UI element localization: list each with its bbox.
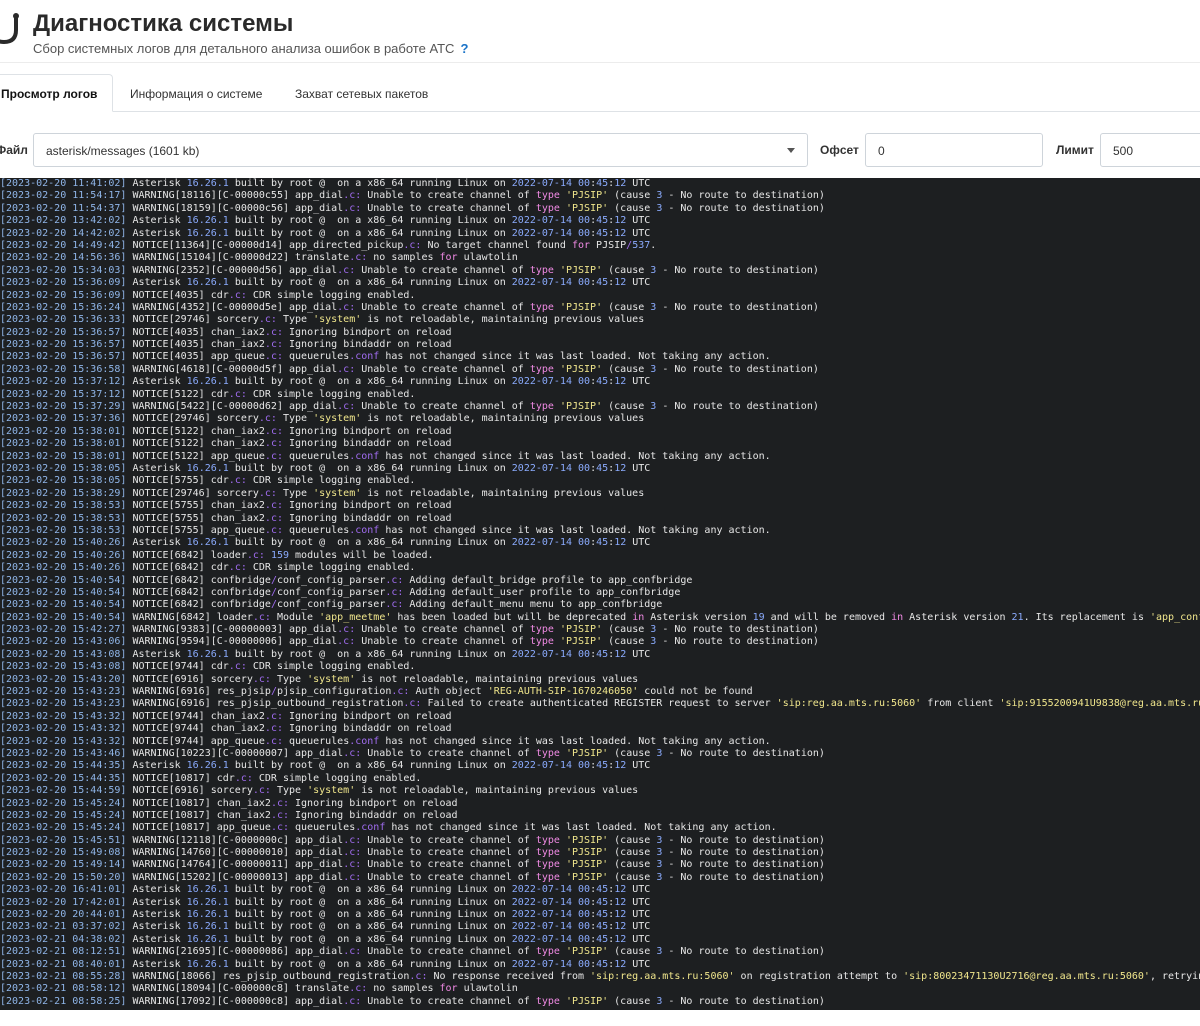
log-line: [2023-02-20 15:45:24] NOTICE[10817] chan…: [0, 809, 458, 821]
log-line: [2023-02-21 08:58:25] WARNING[17092][C-0…: [0, 995, 825, 1007]
file-label: Файл: [0, 143, 28, 157]
tab-label: Просмотр логов: [1, 87, 98, 101]
log-line: [2023-02-20 15:36:57] NOTICE[4035] app_q…: [0, 351, 771, 363]
log-line: [2023-02-20 15:38:53] NOTICE[5755] chan_…: [0, 500, 452, 512]
log-line: [2023-02-21 08:40:01] Asterisk 16.26.1 b…: [0, 958, 651, 970]
limit-label: Лимит: [1056, 143, 1094, 157]
log-line: [2023-02-20 15:43:32] NOTICE[9744] chan_…: [0, 710, 452, 722]
log-line: [2023-02-20 15:37:12] NOTICE[5122] cdr.c…: [0, 388, 416, 400]
log-line: [2023-02-20 15:45:24] NOTICE[10817] app_…: [0, 822, 777, 834]
log-line: [2023-02-20 14:49:42] NOTICE[11364][C-00…: [0, 239, 657, 251]
log-line: [2023-02-20 14:56:36] WARNING[15104][C-0…: [0, 252, 518, 264]
log-line: [2023-02-20 15:36:24] WARNING[4352][C-00…: [0, 301, 819, 313]
log-line: [2023-02-20 15:50:20] WARNING[15202][C-0…: [0, 871, 825, 883]
log-line: [2023-02-20 15:36:57] NOTICE[4035] chan_…: [0, 339, 452, 351]
log-line: [2023-02-20 15:40:54] NOTICE[6842] confb…: [0, 574, 693, 586]
log-line: [2023-02-20 15:38:29] NOTICE[29746] sorc…: [0, 487, 645, 499]
log-line: [2023-02-20 15:45:24] NOTICE[10817] chan…: [0, 797, 458, 809]
log-line: [2023-02-21 03:37:02] Asterisk 16.26.1 b…: [0, 921, 651, 933]
log-line: [2023-02-20 17:42:01] Asterisk 16.26.1 b…: [0, 896, 651, 908]
subtitle-text: Сбор системных логов для детального анал…: [33, 41, 455, 56]
log-line: [2023-02-20 15:49:14] WARNING[14764][C-0…: [0, 859, 825, 871]
log-line: [2023-02-20 11:41:02] Asterisk 16.26.1 b…: [0, 178, 651, 189]
log-line: [2023-02-20 15:38:53] NOTICE[5755] chan_…: [0, 512, 452, 524]
stethoscope-icon: [0, 13, 19, 45]
log-line: [2023-02-20 11:54:17] WARNING[18116][C-0…: [0, 190, 825, 202]
log-line: [2023-02-20 15:38:01] NOTICE[5122] chan_…: [0, 425, 452, 437]
page-subtitle: Сбор системных логов для детального анал…: [33, 41, 468, 56]
log-line: [2023-02-20 15:37:29] WARNING[5422][C-00…: [0, 401, 819, 413]
log-line: [2023-02-20 15:36:09] NOTICE[4035] cdr.c…: [0, 289, 416, 301]
tab-system-info[interactable]: Информация о системе: [130, 75, 280, 111]
log-line: [2023-02-20 15:43:32] NOTICE[9744] chan_…: [0, 723, 452, 735]
log-line: [2023-02-21 08:55:28] WARNING[18066] res…: [0, 971, 1200, 982]
log-line: [2023-02-20 15:36:33] NOTICE[29746] sorc…: [0, 314, 645, 326]
log-line: [2023-02-20 15:43:08] NOTICE[9744] cdr.c…: [0, 661, 416, 673]
log-line: [2023-02-20 11:54:37] WARNING[18159][C-0…: [0, 202, 825, 214]
file-select-value: asterisk/messages (1601 kb): [46, 144, 200, 158]
offset-value: 0: [878, 144, 885, 158]
log-line: [2023-02-20 15:43:23] WARNING[6916] res_…: [0, 698, 1200, 710]
log-line: [2023-02-20 15:38:53] NOTICE[5755] app_q…: [0, 524, 771, 536]
log-line: [2023-02-21 08:12:51] WARNING[21695][C-0…: [0, 946, 825, 958]
log-line: [2023-02-20 15:37:12] Asterisk 16.26.1 b…: [0, 376, 651, 388]
log-line: [2023-02-20 15:45:51] WARNING[12118][C-0…: [0, 834, 825, 846]
file-select[interactable]: asterisk/messages (1601 kb): [33, 133, 808, 167]
filter-bar: Файл asterisk/messages (1601 kb) Офсет 0…: [0, 133, 1200, 169]
log-line: [2023-02-20 14:42:02] Asterisk 16.26.1 b…: [0, 227, 651, 239]
log-line: [2023-02-20 15:38:05] NOTICE[5755] cdr.c…: [0, 475, 416, 487]
log-line: [2023-02-20 15:36:09] Asterisk 16.26.1 b…: [0, 277, 651, 289]
tab-log-view[interactable]: Просмотр логов: [0, 74, 113, 112]
tab-label: Захват сетевых пакетов: [295, 87, 429, 101]
log-line: [2023-02-20 15:43:32] NOTICE[9744] app_q…: [0, 735, 771, 747]
log-line: [2023-02-21 08:58:12] WARNING[18094][C-0…: [0, 983, 518, 995]
log-line: [2023-02-20 15:38:01] NOTICE[5122] app_q…: [0, 450, 771, 462]
log-line: [2023-02-20 15:43:08] Asterisk 16.26.1 b…: [0, 648, 651, 660]
chevron-down-icon: [787, 148, 795, 153]
log-line: [2023-02-20 15:49:08] WARNING[14760][C-0…: [0, 847, 825, 859]
offset-label: Офсет: [820, 143, 859, 157]
page-footer-strip: [0, 1010, 1200, 1026]
log-line: [2023-02-20 15:44:35] NOTICE[10817] cdr.…: [0, 772, 422, 784]
log-line: [2023-02-20 15:38:01] NOTICE[5122] chan_…: [0, 438, 452, 450]
log-line: [2023-02-20 15:43:46] WARNING[10223][C-0…: [0, 747, 825, 759]
log-output[interactable]: [2023-02-20 11:41:02] Asterisk 16.26.1 b…: [0, 178, 1200, 1010]
log-line: [2023-02-20 15:44:59] NOTICE[6916] sorce…: [0, 785, 639, 797]
log-line: [2023-02-20 13:42:02] Asterisk 16.26.1 b…: [0, 215, 651, 227]
log-line: [2023-02-20 15:36:58] WARNING[4618][C-00…: [0, 363, 819, 375]
log-line: [2023-02-20 15:40:26] Asterisk 16.26.1 b…: [0, 537, 651, 549]
log-line: [2023-02-20 15:43:20] NOTICE[6916] sorce…: [0, 673, 639, 685]
log-line: [2023-02-20 15:40:54] NOTICE[6842] confb…: [0, 599, 663, 611]
log-line: [2023-02-20 15:40:26] NOTICE[6842] cdr.c…: [0, 562, 416, 574]
tab-bar: Просмотр логов Информация о системе Захв…: [0, 62, 1200, 112]
help-icon[interactable]: ?: [460, 41, 468, 56]
log-line: [2023-02-20 15:40:26] NOTICE[6842] loade…: [0, 549, 434, 561]
log-line: [2023-02-20 15:40:54] NOTICE[6842] confb…: [0, 586, 681, 598]
page-header: Диагностика системы Сбор системных логов…: [0, 0, 1200, 62]
log-line: [2023-02-20 20:44:01] Asterisk 16.26.1 b…: [0, 909, 651, 921]
page-title: Диагностика системы: [33, 10, 294, 37]
offset-input[interactable]: 0: [865, 133, 1043, 167]
log-line: [2023-02-20 15:37:36] NOTICE[29746] sorc…: [0, 413, 645, 425]
log-line: [2023-02-20 15:44:35] Asterisk 16.26.1 b…: [0, 760, 651, 772]
log-line: [2023-02-20 15:40:54] WARNING[6842] load…: [0, 611, 1200, 623]
log-line: [2023-02-20 16:41:01] Asterisk 16.26.1 b…: [0, 884, 651, 896]
limit-input[interactable]: 500: [1100, 133, 1200, 167]
tab-label: Информация о системе: [130, 87, 263, 101]
log-line: [2023-02-20 15:43:06] WARNING[9594][C-00…: [0, 636, 819, 648]
log-line: [2023-02-21 04:38:02] Asterisk 16.26.1 b…: [0, 933, 651, 945]
log-line: [2023-02-20 15:43:23] WARNING[6916] res_…: [0, 686, 753, 698]
log-line: [2023-02-20 15:38:05] Asterisk 16.26.1 b…: [0, 462, 651, 474]
tab-packet-capture[interactable]: Захват сетевых пакетов: [295, 75, 455, 111]
log-line: [2023-02-20 15:42:27] WARNING[9383][C-00…: [0, 624, 819, 636]
log-line: [2023-02-20 15:34:03] WARNING[2352][C-00…: [0, 264, 819, 276]
limit-value: 500: [1113, 144, 1134, 158]
log-line: [2023-02-20 15:36:57] NOTICE[4035] chan_…: [0, 326, 452, 338]
